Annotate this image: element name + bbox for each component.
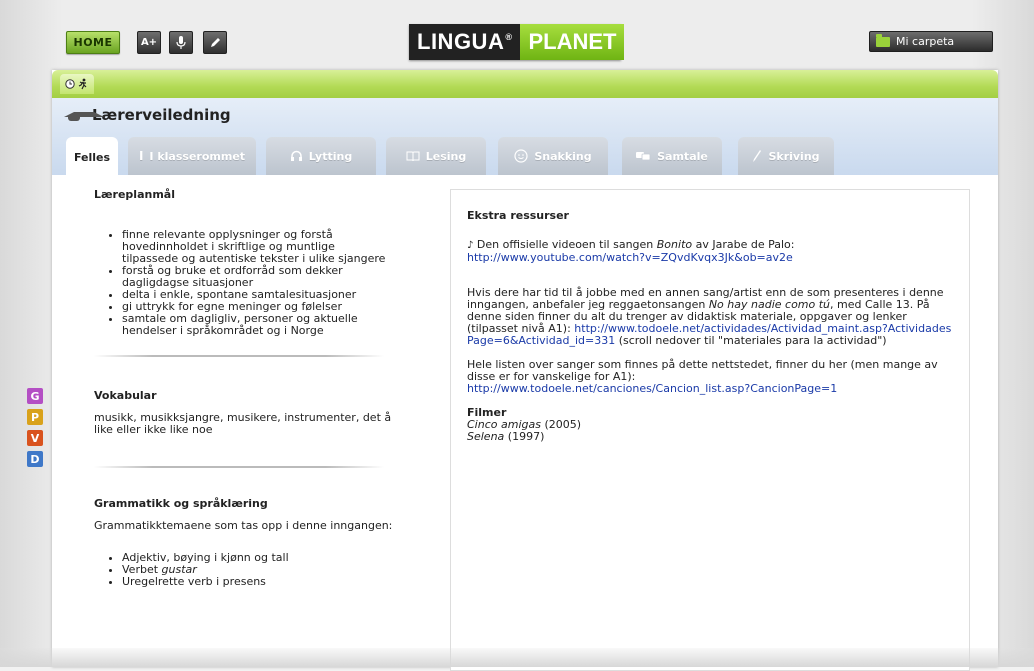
side-tab-v[interactable]: V (27, 430, 43, 446)
speech-icon (514, 149, 528, 163)
graduation-cap-icon (64, 110, 104, 121)
folder-icon (876, 33, 890, 47)
classroom-icon: I (138, 149, 144, 163)
divider (94, 355, 384, 357)
grammatikk-intro: Grammatikktemaene som tas opp i denne in… (94, 519, 393, 532)
laereplan-list: finne relevante opplysninger og forstå h… (94, 229, 394, 337)
tab-label: Snakking (534, 149, 592, 163)
resource-reggaeton: Hvis dere har tid til å jobbe med en ann… (467, 286, 952, 347)
tab-content: Læreplanmål finne relevante opplysninger… (52, 175, 998, 671)
tab-i-klasserommet[interactable]: I I klasserommet (128, 137, 256, 175)
list-item: forstå og bruke et ordforråd som dekker … (122, 265, 394, 289)
list-item: finne relevante opplysninger og forstå h… (122, 229, 394, 265)
tab-snakking[interactable]: Snakking (498, 137, 608, 175)
tab-label: Lesing (425, 149, 467, 163)
resource-song-list: Hele listen over sanger som finnes på de… (467, 358, 938, 395)
film-item: Selena (1997) (467, 430, 545, 443)
section-title-laereplan: Læreplanmål (94, 188, 175, 201)
tab-samtale[interactable]: Samtale (622, 137, 722, 175)
tab-felles[interactable]: Felles (66, 137, 118, 177)
video-link[interactable]: http://www.youtube.com/watch?v=ZQvdKvqx3… (467, 251, 793, 264)
my-folder-button[interactable]: Mi carpeta (869, 31, 993, 52)
microphone-button[interactable] (169, 31, 193, 54)
bottom-fade (0, 648, 1034, 667)
text-size-icon: A+ (140, 37, 158, 48)
tab-label: Samtale (657, 149, 708, 163)
side-tab-d[interactable]: D (27, 451, 43, 467)
side-tabs: G P V D (27, 388, 43, 472)
my-folder-label: Mi carpeta (896, 35, 955, 48)
microphone-icon (176, 35, 186, 49)
tab-label: Skriving (768, 149, 820, 163)
tab-skriving[interactable]: Skriving (738, 137, 834, 175)
panel-toolbar (52, 70, 998, 98)
extra-resources-box: Ekstra ressurser ♪ Den offisielle videoe… (450, 189, 970, 671)
section-title-vokabular: Vokabular (94, 389, 157, 402)
top-bar: HOME A+ LINGUA ® PLANET Mi carpeta (0, 0, 1034, 70)
logo-registered-mark: ® (505, 32, 513, 42)
headphones-icon (290, 150, 302, 161)
grammatikk-list: Adjektiv, bøying i kjønn og tall Verbet … (94, 552, 394, 588)
song-list-link[interactable]: http://www.todoele.net/canciones/Cancion… (467, 382, 837, 395)
tab-label: Felles (73, 150, 111, 164)
home-button[interactable]: HOME (66, 31, 120, 54)
logo-lingua: LINGUA (417, 29, 505, 54)
book-icon (406, 151, 420, 161)
extra-resources-title: Ekstra ressurser (467, 209, 569, 222)
chat-icon (636, 151, 651, 160)
clock-icon (65, 79, 75, 89)
tab-lesing[interactable]: Lesing (386, 137, 486, 175)
tab-lytting[interactable]: Lytting (266, 137, 376, 175)
runner-icon (78, 78, 87, 90)
resource-video: ♪ Den offisielle videoen til sangen Boni… (467, 238, 795, 264)
pencil-button[interactable] (203, 31, 227, 54)
page-title: Lærerveiledning (64, 106, 231, 124)
list-item: samtale om dagligliv, personer og aktuel… (122, 313, 394, 337)
logo-planet: PLANET (528, 29, 617, 54)
page-title-text: Lærerveiledning (92, 106, 231, 124)
tab-label: I klasserommet (149, 149, 246, 163)
pen-icon (753, 150, 762, 162)
extra-resources-content: Ekstra ressurser ♪ Den offisielle videoe… (467, 210, 957, 443)
main-panel: Lærerveiledning Felles I I klasserommet … (52, 70, 998, 671)
text-size-button[interactable]: A+ (137, 31, 161, 54)
pencil-icon (211, 37, 220, 47)
lingua-planet-logo[interactable]: LINGUA ® PLANET (409, 24, 625, 60)
list-item: Uregelrette verb i presens (122, 576, 394, 588)
section-title-grammatikk: Grammatikk og språklæring (94, 497, 268, 510)
side-tab-p[interactable]: P (27, 409, 43, 425)
divider (94, 466, 384, 468)
panel-tag[interactable] (60, 74, 94, 94)
left-column: Læreplanmål finne relevante opplysninger… (94, 189, 394, 588)
tab-label: Lytting (308, 149, 353, 163)
vokabular-text: musikk, musikksjangre, musikere, instrum… (94, 411, 392, 436)
side-tab-g[interactable]: G (27, 388, 43, 404)
